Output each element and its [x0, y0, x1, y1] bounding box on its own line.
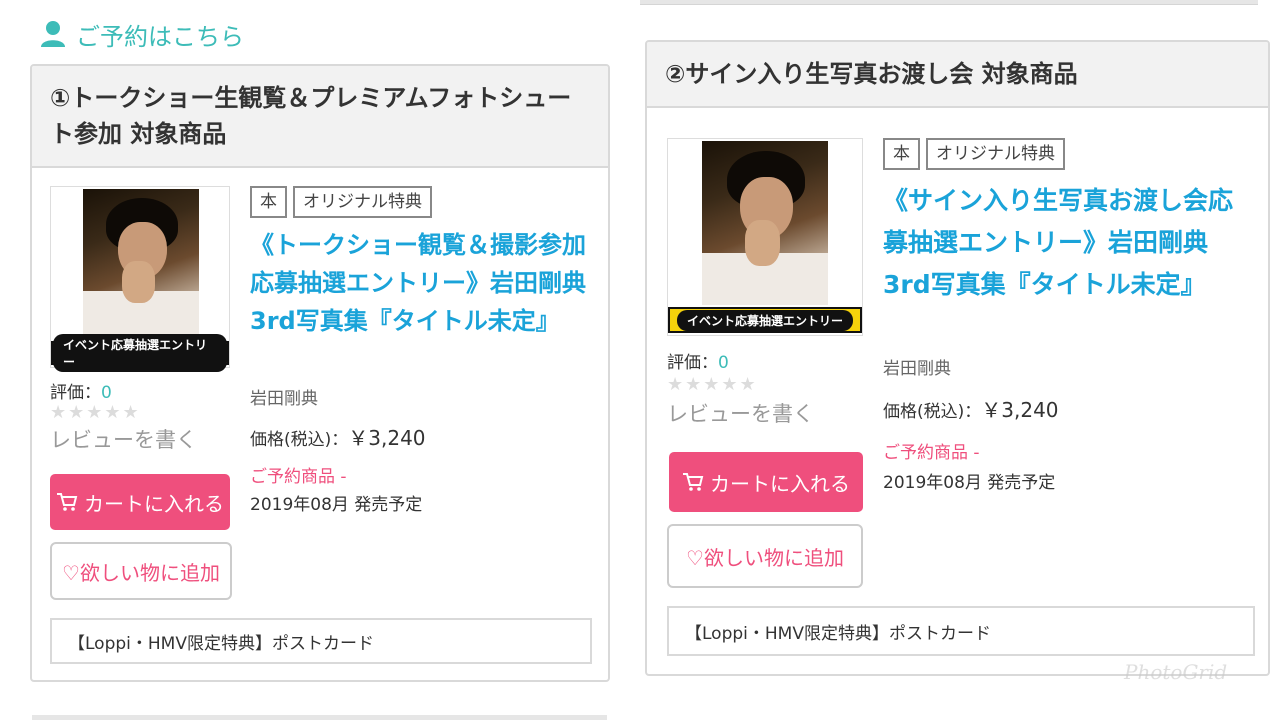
- add-to-cart-button[interactable]: カートに入れる: [669, 452, 863, 512]
- reserve-label: ご予約はこちら: [76, 22, 244, 51]
- write-review-link[interactable]: レビューを書く: [50, 424, 197, 454]
- bonus-info: 【Loppi・HMV限定特典】ポストカード: [50, 618, 592, 664]
- preorder-label: ご予約商品 -: [883, 443, 980, 463]
- tag-book: 本: [883, 138, 920, 170]
- release-date: 2019年08月 発売予定: [883, 473, 1056, 493]
- top-border: [640, 0, 1258, 5]
- user-icon: [41, 21, 65, 47]
- product-title-link[interactable]: 《サイン入り生写真お渡し会応募抽選エントリー》岩田剛典3rd写真集『タイトル未定…: [883, 180, 1248, 306]
- add-to-wishlist-button[interactable]: ♡欲しい物に追加: [667, 524, 863, 588]
- product-thumbnail[interactable]: イベント応募抽選エントリー: [667, 138, 863, 336]
- tag-list: 本 オリジナル特典: [250, 186, 432, 218]
- release-date: 2019年08月 発売予定: [250, 495, 423, 515]
- rating: 評価：0: [50, 383, 112, 403]
- product-photo: [702, 141, 828, 305]
- bonus-info: 【Loppi・HMV限定特典】ポストカード: [667, 606, 1255, 656]
- cart-icon: [683, 473, 704, 491]
- photogrid-watermark: PhotoGrid: [1124, 660, 1228, 684]
- product-photo: [83, 189, 199, 339]
- product-panel-right: ②サイン入り生写真お渡し会 対象商品 イベント応募抽選エントリー 評価：0 ★★…: [645, 40, 1270, 676]
- price: 価格(税込)：￥3,240: [883, 398, 1059, 422]
- price-amount: ￥3,240: [348, 426, 426, 450]
- bottom-border: [32, 715, 607, 720]
- rating: 評価：0: [667, 353, 729, 373]
- product-panel-left: ①トークショー生観覧＆プレミアムフォトシュート参加 対象商品 イベント応募抽選エ…: [30, 64, 610, 682]
- section-title: ②サイン入り生写真お渡し会 対象商品: [647, 42, 1268, 108]
- tag-book: 本: [250, 186, 287, 218]
- rating-stars: ★★★★★: [50, 402, 141, 423]
- tag-original-bonus: オリジナル特典: [926, 138, 1065, 170]
- price-amount: ￥3,240: [981, 398, 1059, 422]
- add-to-cart-button[interactable]: カートに入れる: [50, 474, 230, 530]
- event-banner: イベント応募抽選エントリー: [51, 334, 229, 372]
- author[interactable]: 岩田剛典: [883, 354, 951, 379]
- rating-stars: ★★★★★: [667, 374, 758, 395]
- cart-icon: [57, 493, 78, 511]
- author[interactable]: 岩田剛典: [250, 384, 318, 409]
- preorder-label: ご予約商品 -: [250, 467, 347, 487]
- tag-original-bonus: オリジナル特典: [293, 186, 432, 218]
- section-title: ①トークショー生観覧＆プレミアムフォトシュート参加 対象商品: [32, 66, 608, 168]
- rating-value: 0: [718, 353, 729, 373]
- product-thumbnail[interactable]: イベント応募抽選エントリー: [50, 186, 230, 372]
- product-title-link[interactable]: 《トークショー観覧＆撮影参加 応募抽選エントリー》岩田剛典3rd写真集『タイトル…: [250, 226, 595, 340]
- tag-list: 本 オリジナル特典: [883, 138, 1065, 170]
- rating-value: 0: [101, 383, 112, 403]
- reserve-header[interactable]: ご予約はこちら: [40, 16, 244, 52]
- price: 価格(税込)：￥3,240: [250, 426, 426, 450]
- add-to-wishlist-button[interactable]: ♡欲しい物に追加: [50, 542, 232, 600]
- event-banner: イベント応募抽選エントリー: [668, 307, 862, 333]
- write-review-link[interactable]: レビューを書く: [667, 398, 814, 428]
